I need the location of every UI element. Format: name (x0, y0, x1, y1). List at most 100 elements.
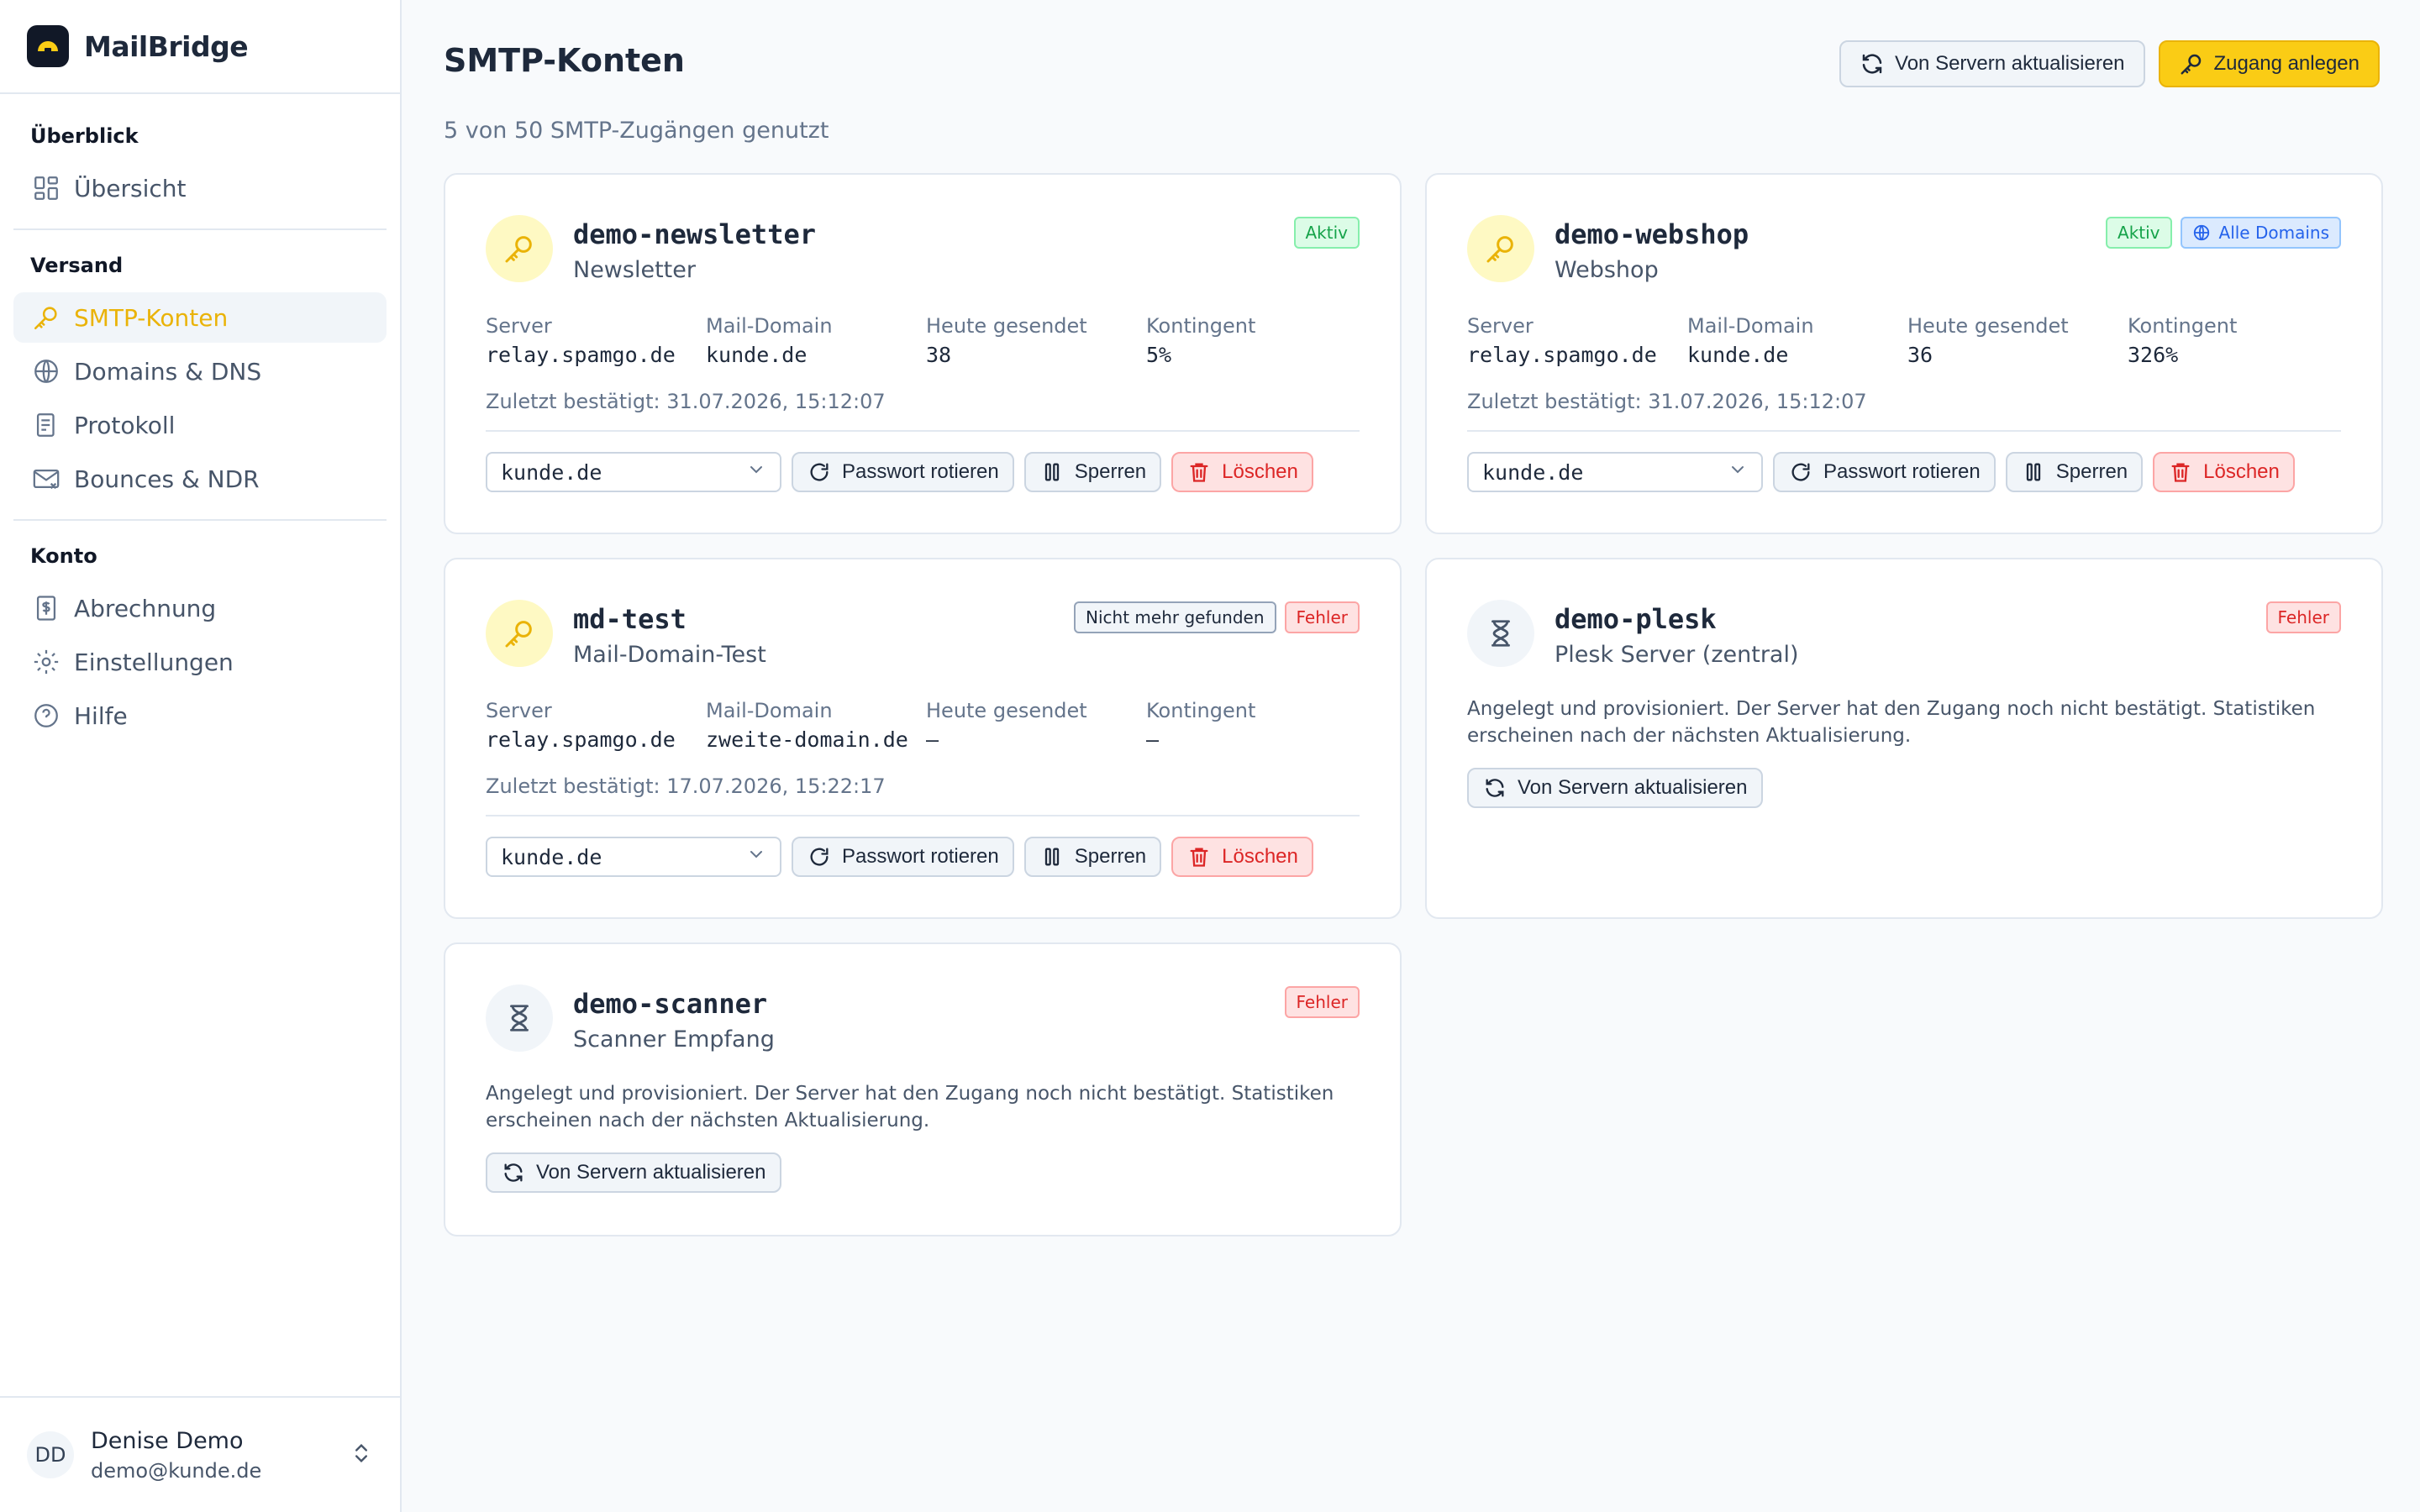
rotate-password-button[interactable]: Passwort rotieren (792, 837, 1014, 877)
hourglass-icon (486, 984, 553, 1052)
brand-name: MailBridge (84, 29, 249, 63)
stat-server: Server relay.spamgo.de (486, 314, 706, 367)
domain-select-value: kunde.de (1482, 459, 1584, 485)
chevron-down-icon (746, 459, 766, 485)
sidebar-item-help[interactable]: Hilfe (13, 690, 387, 741)
smtp-account-card-pending: demo-plesk Plesk Server (zentral) Fehler… (1425, 558, 2383, 919)
sidebar-item-label: Protokoll (74, 411, 176, 439)
button-label: Von Servern aktualisieren (1895, 52, 2125, 75)
page-title: SMTP-Konten (444, 42, 685, 79)
brand[interactable]: MailBridge (0, 0, 400, 94)
stat-mail-domain: Mail-Domain zweite-domain.de (706, 699, 926, 752)
status-badges: Fehler (2265, 601, 2341, 633)
trash-icon (1186, 844, 1212, 869)
key-icon (1467, 215, 1534, 282)
error-badge: Fehler (1284, 986, 1360, 1018)
key-icon (486, 215, 553, 282)
stat-mail-domain: Mail-Domain kunde.de (706, 314, 926, 367)
lock-button[interactable]: Sperren (2005, 452, 2144, 492)
status-badges: Nicht mehr gefunden Fehler (1074, 601, 1360, 633)
trash-icon (2168, 459, 2193, 485)
stat-sent-today: Heute gesendet — (926, 699, 1146, 752)
pending-notice: Angelegt und provisioniert. Der Server h… (1467, 698, 2316, 747)
user-menu[interactable]: DD Denise Demo demo@kunde.de (0, 1396, 400, 1512)
chevron-down-icon (746, 844, 766, 869)
delete-button[interactable]: Löschen (2153, 452, 2295, 492)
rotate-password-button[interactable]: Passwort rotieren (1773, 452, 1996, 492)
delete-button[interactable]: Löschen (1171, 837, 1313, 877)
account-stats: Server relay.spamgo.de Mail-Domain kunde… (486, 314, 1366, 367)
stat-label: Heute gesendet (926, 699, 1087, 722)
avatar: DD (27, 1431, 74, 1478)
button-label: Passwort rotieren (842, 845, 999, 868)
stat-quota: Kontingent 326% (2128, 314, 2348, 367)
nav-section-overview: Überblick Übersicht (0, 119, 400, 213)
refresh-from-servers-button[interactable]: Von Servern aktualisieren (1839, 40, 2145, 87)
stat-value: 38 (926, 343, 952, 367)
help-icon (30, 700, 62, 732)
sidebar-item-label: Bounces & NDR (74, 465, 260, 493)
nav-section-account: Konto Abrechnung Einstellungen Hilfe (0, 539, 400, 741)
sidebar-item-label: Einstellungen (74, 648, 234, 676)
sidebar-item-billing[interactable]: Abrechnung (13, 583, 387, 633)
domain-select[interactable]: kunde.de (486, 452, 781, 492)
card-divider (1467, 430, 2341, 432)
lock-button[interactable]: Sperren (1023, 837, 1162, 877)
stat-label: Kontingent (1146, 699, 1256, 722)
refresh-from-servers-button[interactable]: Von Servern aktualisieren (1467, 768, 1763, 808)
card-actions: kunde.de Passwort rotieren Sperren Lösch… (486, 837, 1313, 877)
delete-button[interactable]: Löschen (1171, 452, 1313, 492)
sidebar-item-domains-dns[interactable]: Domains & DNS (13, 346, 387, 396)
sidebar-item-overview[interactable]: Übersicht (13, 163, 387, 213)
account-stats: Server relay.spamgo.de Mail-Domain zweit… (486, 699, 1366, 752)
header-actions: Von Servern aktualisieren Zugang anlegen (1839, 40, 2380, 87)
button-label: Sperren (1074, 460, 1147, 483)
stat-label: Heute gesendet (926, 314, 1087, 338)
sidebar-item-label: Übersicht (74, 174, 187, 202)
stat-value: 36 (1907, 343, 1933, 367)
button-label: Löschen (1222, 845, 1298, 868)
sidebar-item-settings[interactable]: Einstellungen (13, 637, 387, 687)
refresh-icon (1482, 775, 1507, 801)
chevron-up-down-icon[interactable] (350, 1441, 373, 1468)
sidebar-item-log[interactable]: Protokoll (13, 400, 387, 450)
stat-label: Heute gesendet (1907, 314, 2069, 338)
button-label: Von Servern aktualisieren (1518, 776, 1748, 799)
rotate-password-button[interactable]: Passwort rotieren (792, 452, 1014, 492)
domain-select[interactable]: kunde.de (486, 837, 781, 877)
last-confirmed: Zuletzt bestätigt: 17.07.2026, 15:22:17 (486, 774, 886, 798)
rotate-icon (1788, 459, 1813, 485)
domain-select[interactable]: kunde.de (1467, 452, 1763, 492)
nav-heading: Konto (30, 544, 97, 568)
stat-mail-domain: Mail-Domain kunde.de (1687, 314, 1907, 367)
user-name: Denise Demo (91, 1427, 244, 1454)
stat-label: Server (486, 314, 552, 338)
sidebar-item-bounces[interactable]: Bounces & NDR (13, 454, 387, 504)
stat-label: Mail-Domain (706, 314, 833, 338)
account-description: Scanner Empfang (573, 1026, 775, 1053)
user-info: Denise Demo demo@kunde.de (91, 1428, 350, 1483)
pending-notice: Angelegt und provisioniert. Der Server h… (486, 1083, 1334, 1131)
brand-logo-icon (27, 25, 69, 67)
rotate-icon (807, 844, 832, 869)
stat-value: relay.spamgo.de (486, 343, 676, 367)
account-name: demo-webshop (1555, 218, 1749, 250)
sidebar-item-label: SMTP-Konten (74, 303, 229, 332)
lock-button[interactable]: Sperren (1023, 452, 1162, 492)
button-label: Löschen (2203, 460, 2280, 483)
card-actions: kunde.de Passwort rotieren Sperren Lösch… (486, 452, 1313, 492)
account-description: Newsletter (573, 257, 696, 283)
account-name: demo-scanner (573, 988, 768, 1020)
all-domains-badge: Alle Domains (2180, 217, 2341, 249)
button-label: Passwort rotieren (842, 460, 999, 483)
sidebar-item-label: Abrechnung (74, 594, 217, 622)
card-actions: kunde.de Passwort rotieren Sperren Lösch… (1467, 452, 2295, 492)
pause-icon (2021, 459, 2046, 485)
sidebar-item-smtp-accounts[interactable]: SMTP-Konten (13, 292, 387, 343)
mail-x-icon (30, 463, 62, 495)
nav-section-sending: Versand SMTP-Konten Domains & DNS Protok… (0, 249, 400, 504)
key-icon (30, 302, 62, 333)
refresh-from-servers-button[interactable]: Von Servern aktualisieren (486, 1152, 781, 1193)
create-access-button[interactable]: Zugang anlegen (2158, 40, 2380, 87)
gear-icon (30, 646, 62, 678)
